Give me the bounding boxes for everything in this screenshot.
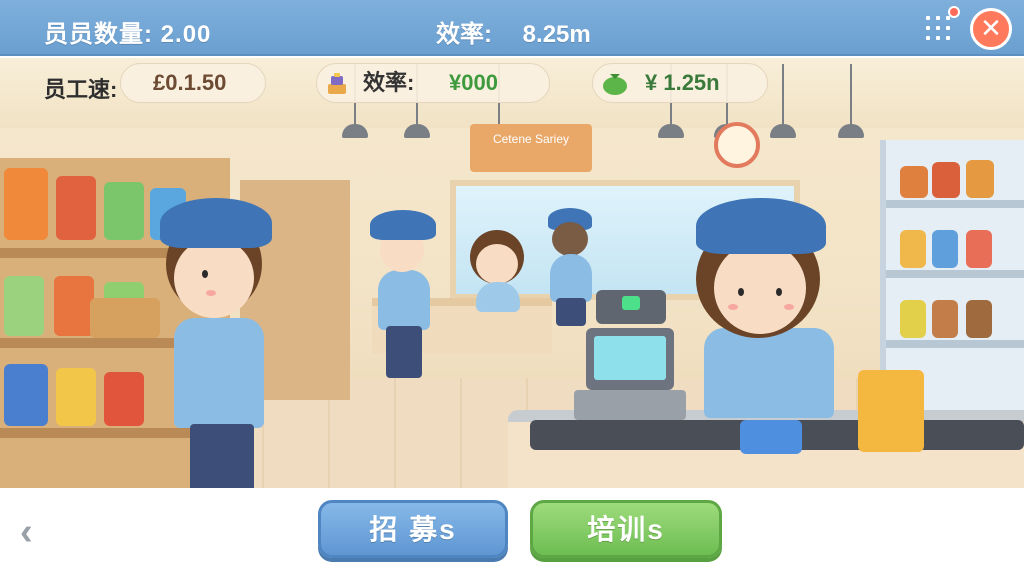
staff-count-label: 员员数量: [44,21,153,48]
barcode-scanner-icon[interactable] [596,290,666,324]
store-sign-text: Cetene Sariey [492,132,570,146]
snack-bag[interactable] [858,370,924,452]
grid-icon[interactable] [924,6,960,44]
top-efficiency-label: 效率: [436,21,492,48]
store-scene: Cetene Sariey [0,58,1024,488]
income-pill: ¥ 1.25n [592,63,768,103]
staff-speed-value: £0.1.50 [153,70,227,95]
wall-clock-icon [714,122,760,168]
staff-speed-pill: £0.1.50 [120,63,266,103]
back-button[interactable]: ‹ [20,512,48,552]
train-button[interactable]: 培训s [530,500,722,558]
store-sign: Cetene Sariey [470,124,592,172]
income-value: ¥ 1.25n [645,70,720,95]
staff-speed-label: 员工速: [44,77,118,102]
top-bar: 员员数量: 2.00 效率: 8.25m ✕ [0,0,1024,56]
close-button[interactable]: ✕ [970,8,1012,50]
cash-register[interactable] [574,328,686,420]
chevron-left-icon: ‹ [20,511,33,553]
close-icon: ✕ [980,13,1002,43]
staff-count: 员员数量: 2.00 [44,14,211,49]
notification-badge [948,6,960,18]
recruit-button[interactable]: 招 募s [318,500,508,558]
efficiency-label: 效率: [363,70,415,95]
top-efficiency: 效率: 8.25m [436,14,591,49]
money-bag-icon [603,74,627,95]
bottom-bar [0,488,1024,576]
efficiency-pill: 效率: ¥000 [316,63,550,103]
staff-count-value: 2.00 [160,21,212,48]
stacked-boxes-icon [328,73,346,94]
blue-basket [740,420,802,454]
efficiency-value: ¥000 [449,70,498,95]
top-efficiency-value: 8.25m [522,21,591,48]
